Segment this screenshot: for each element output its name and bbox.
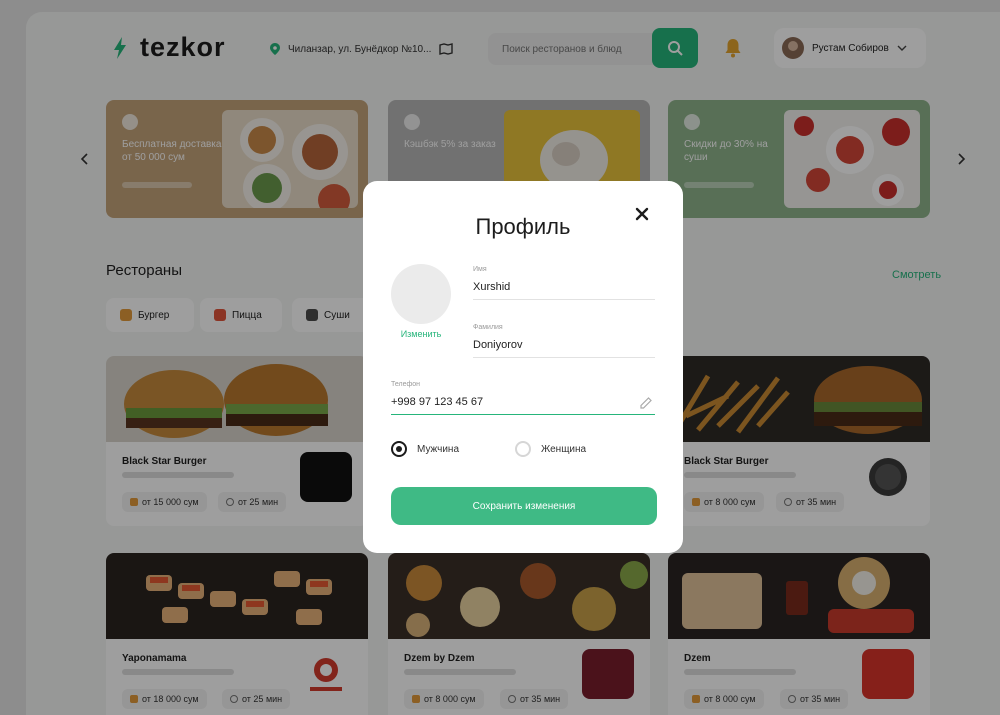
gender-female-label: Женщина (541, 443, 587, 455)
close-button[interactable] (631, 203, 653, 225)
radio-unselected (515, 441, 531, 457)
last-name-label: Фамилия (473, 324, 503, 331)
phone-group: Телефон (391, 381, 655, 415)
phone-field[interactable] (391, 396, 655, 415)
save-changes-button[interactable]: Сохранить изменения (391, 487, 657, 525)
first-name-label: Имя (473, 266, 487, 273)
change-photo-link[interactable]: Изменить (383, 329, 459, 339)
profile-modal: Профиль Изменить Имя Фамилия Телефон Муж… (363, 181, 683, 553)
last-name-group: Фамилия (473, 324, 655, 358)
first-name-group: Имя (473, 266, 655, 300)
gender-female-radio[interactable]: Женщина (515, 441, 586, 457)
gender-male-label: Мужчина (417, 443, 460, 455)
radio-selected (391, 441, 407, 457)
close-icon (635, 207, 649, 221)
phone-label: Телефон (391, 381, 421, 388)
last-name-field[interactable] (473, 339, 655, 358)
profile-photo[interactable] (391, 264, 451, 324)
first-name-field[interactable] (473, 281, 655, 300)
gender-male-radio[interactable]: Мужчина (391, 441, 459, 457)
edit-icon[interactable] (639, 396, 653, 410)
